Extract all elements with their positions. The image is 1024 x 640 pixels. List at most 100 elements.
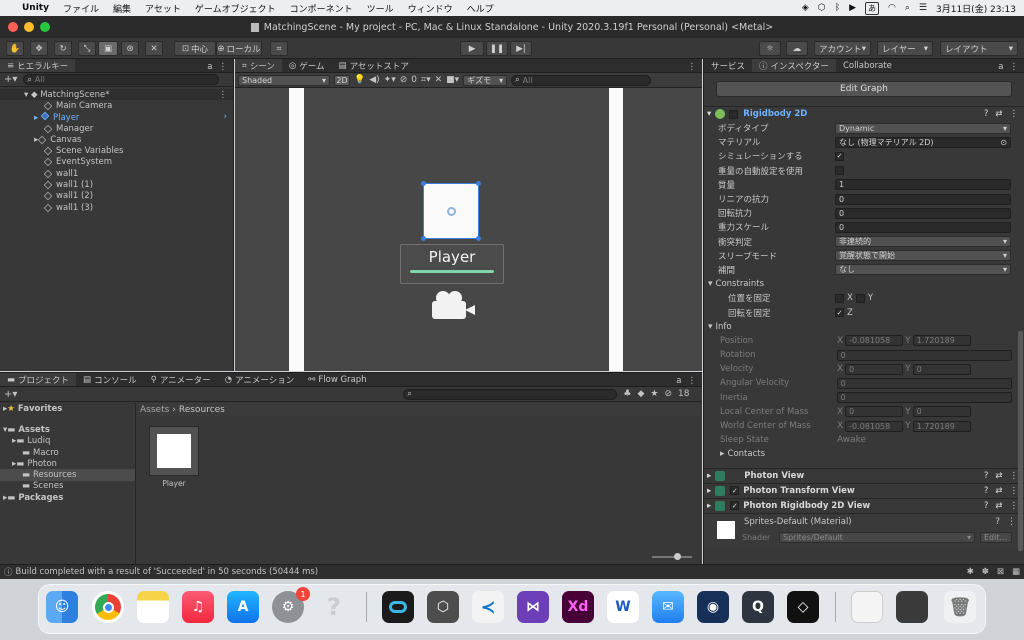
- menu-file[interactable]: ファイル: [63, 2, 99, 15]
- tab-animation[interactable]: ◔ アニメーション: [218, 373, 302, 386]
- camera-gizmo-icon[interactable]: [432, 291, 478, 323]
- tab-asset-store[interactable]: ▤ アセットストア: [332, 59, 416, 72]
- chrome-icon[interactable]: [92, 591, 124, 623]
- hierarchy-item-player[interactable]: ▸ Player ›: [0, 111, 233, 123]
- adobe-xd-icon[interactable]: Xd: [562, 591, 594, 623]
- bug-icon[interactable]: ✱: [967, 567, 974, 577]
- hierarchy-item[interactable]: wall1 (2): [0, 191, 233, 202]
- help-icon[interactable]: ?: [984, 486, 989, 496]
- menu-app-name[interactable]: Unity: [22, 3, 49, 13]
- toggle-2d-button[interactable]: 2D: [334, 74, 350, 86]
- cloud-icon[interactable]: ☁: [786, 41, 808, 56]
- hierarchy-item[interactable]: wall1: [0, 168, 233, 179]
- steam-icon[interactable]: ◉: [697, 591, 729, 623]
- foldout-arrow-icon[interactable]: ▾: [707, 109, 711, 119]
- progress-icon[interactable]: ✽: [982, 567, 989, 577]
- ime-indicator[interactable]: あ: [865, 1, 880, 15]
- menu-dots-icon[interactable]: ⋮: [1010, 109, 1019, 119]
- hierarchy-item[interactable]: Manager: [0, 123, 233, 134]
- menu-dots-icon[interactable]: ⋮: [688, 62, 697, 72]
- rigidbody-enabled-checkbox[interactable]: [729, 109, 739, 119]
- screenshot-thumbnail-icon[interactable]: [851, 591, 883, 623]
- preset-icon[interactable]: ⇄: [995, 109, 1002, 119]
- unity-icon[interactable]: ◇: [787, 591, 819, 623]
- constraints-foldout[interactable]: ▾ Constraints: [704, 277, 1024, 291]
- preset-icon[interactable]: ⇄: [995, 486, 1002, 496]
- help-icon[interactable]: ?: [984, 471, 989, 481]
- tools-icon[interactable]: ✕: [435, 75, 443, 85]
- menu-dots-icon[interactable]: ⋮: [1010, 501, 1019, 511]
- mail-icon[interactable]: ✉: [652, 591, 684, 623]
- tab-project[interactable]: ▬ プロジェクト: [0, 373, 77, 386]
- expand-arrow-icon[interactable]: ▸: [34, 113, 41, 123]
- trash-icon[interactable]: 🗑: [944, 591, 976, 623]
- packages-row[interactable]: ▸ ▬ Packages: [0, 492, 135, 503]
- transform-tool-button[interactable]: ⊛: [121, 41, 139, 56]
- folder-item[interactable]: ▸ ▬ Ludiq: [0, 436, 135, 447]
- rect-tool-button[interactable]: ▣: [98, 41, 118, 56]
- hierarchy-item[interactable]: Scene Variables: [0, 145, 233, 156]
- folder-item[interactable]: ▬ Scenes: [0, 481, 135, 492]
- menu-assets[interactable]: アセット: [145, 2, 181, 15]
- gravity-scale-input[interactable]: 0: [835, 221, 1011, 233]
- photon-transform-view-header[interactable]: ▸ ✓ Photon Transform View? ⇄ ⋮: [704, 482, 1024, 498]
- grid-toggle-icon[interactable]: ⌗▾: [421, 75, 431, 85]
- rect-handle[interactable]: [476, 236, 481, 241]
- tab-collaborate[interactable]: Collaborate: [836, 59, 899, 72]
- lock-icon[interactable]: a: [207, 62, 212, 72]
- quicktime-icon[interactable]: Q: [742, 591, 774, 623]
- menubar-clock[interactable]: 3月11日(金) 23:13: [936, 2, 1016, 15]
- close-window-button[interactable]: [8, 22, 18, 32]
- rigidbody2d-header[interactable]: ▾ Rigidbody 2D ? ⇄ ⋮: [704, 106, 1024, 121]
- freeze-rot-z-checkbox[interactable]: ✓: [835, 308, 844, 318]
- gizmos-dropdown[interactable]: ギズモ ▾: [463, 74, 508, 86]
- menu-help[interactable]: ヘルプ: [467, 2, 494, 15]
- hidden-packages-icon[interactable]: ⊘: [664, 389, 672, 399]
- component-enabled-checkbox[interactable]: ✓: [730, 486, 740, 495]
- tab-animator[interactable]: ⚲ アニメーター: [144, 373, 218, 386]
- menu-dots-icon[interactable]: ⋮: [688, 376, 697, 386]
- add-icon[interactable]: +▾: [4, 389, 17, 400]
- edit-graph-button[interactable]: Edit Graph: [716, 81, 1012, 97]
- grid-snap-button[interactable]: ⌗: [270, 41, 288, 56]
- tab-inspector[interactable]: ⓘ インスペクター: [752, 59, 836, 72]
- filter-label-icon[interactable]: ◆: [637, 389, 644, 399]
- hand-tool-button[interactable]: ✋: [6, 41, 24, 56]
- collision-detection-dropdown[interactable]: 非連続的 ▾: [835, 236, 1011, 248]
- object-picker-icon[interactable]: ⊙: [1000, 138, 1007, 147]
- folder-item-selected[interactable]: ▬ Resources: [0, 469, 135, 481]
- lock-icon[interactable]: a: [998, 62, 1003, 72]
- thumbnail-size-slider[interactable]: [652, 553, 692, 560]
- asset-name[interactable]: Player: [149, 479, 199, 488]
- rect-handle[interactable]: [421, 236, 426, 241]
- project-search-input[interactable]: ⌕: [403, 388, 618, 400]
- shading-mode-dropdown[interactable]: Shaded ▾: [238, 74, 330, 86]
- custom-tool-button[interactable]: ✕: [145, 41, 163, 56]
- folder-item[interactable]: ▬ Macro: [0, 447, 135, 458]
- material-preview[interactable]: [717, 520, 735, 539]
- tab-console[interactable]: ▤ コンソール: [76, 373, 144, 386]
- component-enabled-checkbox[interactable]: ✓: [730, 501, 740, 510]
- sleep-mode-dropdown[interactable]: 覚醒状態で開始 ▾: [835, 250, 1011, 262]
- camera-icon[interactable]: ■▾: [446, 75, 459, 85]
- app-store-icon[interactable]: A: [227, 591, 259, 623]
- play-status-icon[interactable]: ▶: [849, 3, 856, 13]
- control-center-icon[interactable]: ☰: [919, 3, 927, 13]
- menu-dots-icon[interactable]: ⋮: [1007, 517, 1016, 527]
- unity-status-icon[interactable]: ◈: [802, 3, 809, 13]
- menu-dots-icon[interactable]: ⋮: [1010, 471, 1019, 481]
- step-button[interactable]: ▶|: [510, 41, 532, 56]
- notes-icon[interactable]: [137, 591, 169, 623]
- hierarchy-item[interactable]: wall1 (3): [0, 202, 233, 213]
- pause-button[interactable]: ❚❚: [486, 41, 508, 56]
- material-field[interactable]: なし (物理マテリアル 2D) ⊙: [835, 136, 1011, 148]
- account-dropdown[interactable]: アカウント ▾: [814, 41, 871, 56]
- local-space-button[interactable]: ⊕ ローカル: [216, 41, 262, 56]
- menu-dots-icon[interactable]: ⋮: [219, 90, 228, 100]
- foldout-arrow-icon[interactable]: ▸: [707, 501, 711, 511]
- audio-icon[interactable]: ◀): [369, 75, 379, 85]
- tab-scene[interactable]: ⌗ シーン: [235, 59, 282, 72]
- scene-search-input[interactable]: ⌕ All: [511, 74, 652, 86]
- visual-studio-icon[interactable]: ⋈: [517, 591, 549, 623]
- tab-game[interactable]: ◎ ゲーム: [282, 59, 332, 72]
